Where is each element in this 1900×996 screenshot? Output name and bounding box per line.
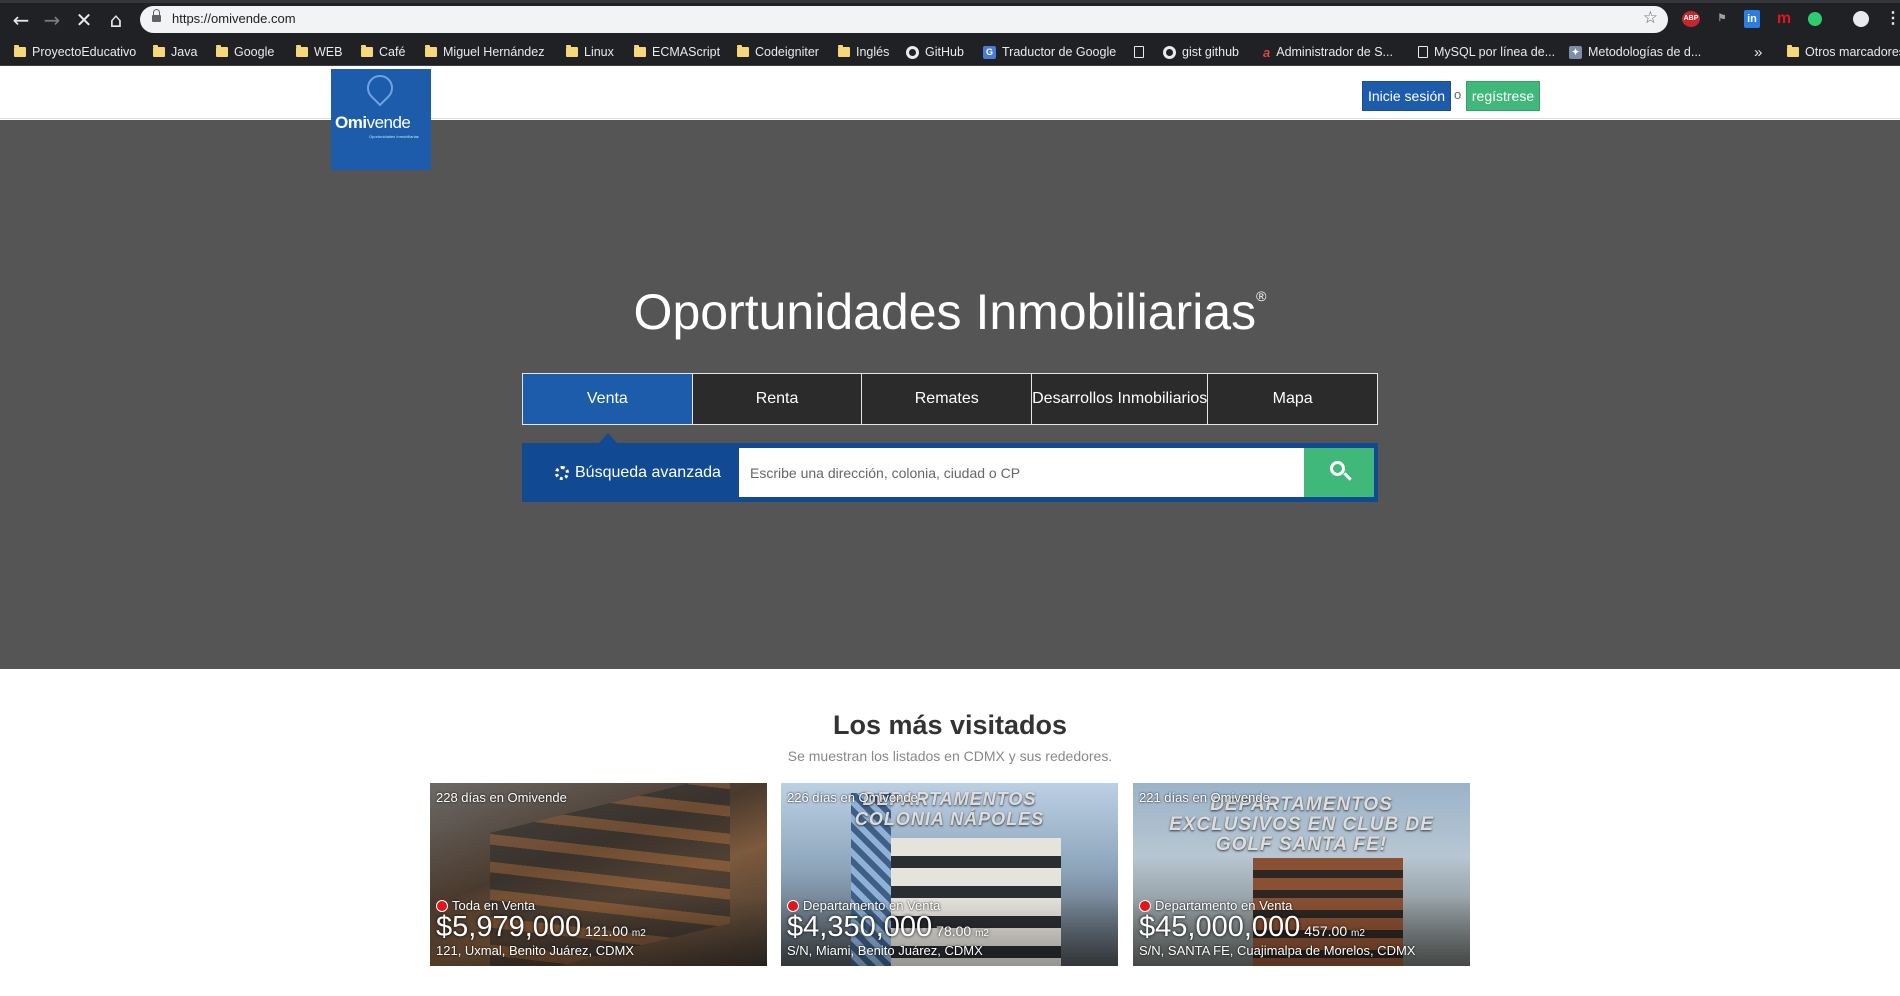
- bookmark-item[interactable]: Codeigniter: [737, 42, 819, 62]
- listing-price: $45,000,000 457.00 m2: [1139, 911, 1365, 943]
- home-icon[interactable]: ⌂: [103, 7, 129, 33]
- back-icon[interactable]: ←: [8, 7, 34, 33]
- bookmark-item[interactable]: gist github: [1163, 42, 1239, 62]
- bookmark-item[interactable]: G Traductor de Google: [983, 42, 1116, 62]
- folder-icon: [737, 45, 749, 57]
- bookmark-item[interactable]: Inglés: [838, 42, 889, 62]
- folder-icon: [425, 45, 437, 57]
- status-dot-icon: [436, 899, 448, 912]
- folder-icon: [296, 45, 308, 57]
- bookmark-item[interactable]: GitHub: [906, 42, 964, 62]
- m-extension-icon[interactable]: m: [1776, 10, 1792, 28]
- url-text[interactable]: https://omivende.com: [172, 11, 296, 26]
- page-icon: [1418, 46, 1428, 58]
- page-icon: [1134, 46, 1144, 58]
- bookmark-item[interactable]: [1134, 42, 1144, 62]
- bookmark-item[interactable]: a Administrador de S...: [1263, 42, 1393, 62]
- logo-wordmark: Omivende: [335, 113, 411, 132]
- gear-icon: [555, 465, 569, 480]
- folder-icon: [1787, 45, 1799, 57]
- listing-card[interactable]: 228 días en Omivende Toda en Venta $5,97…: [430, 783, 767, 966]
- forward-icon[interactable]: →: [39, 7, 65, 33]
- site-icon: ✦: [1569, 45, 1582, 59]
- or-separator: o: [1454, 87, 1462, 102]
- github-icon: [1163, 45, 1176, 59]
- listing-days: 228 días en Omivende: [436, 790, 567, 805]
- listing-price: $4,350,000 78.00 m2: [787, 911, 989, 943]
- stop-loading-icon[interactable]: ✕: [71, 7, 97, 33]
- logo-tagline: Oportunidades Inmobiliarias: [369, 134, 419, 139]
- listing-address: S/N, SANTA FE, Cuajimalpa de Morelos, CD…: [1139, 943, 1416, 958]
- site-header: [0, 67, 1900, 119]
- register-button[interactable]: regístrese: [1466, 81, 1540, 111]
- tab-strip: [0, 0, 1900, 3]
- listing-price: $5,979,000 121.00 m2: [436, 911, 646, 943]
- section-subtitle: Se muestran los listados en CDMX y sus r…: [787, 748, 1113, 764]
- search-bar: Búsqueda avanzada: [522, 443, 1378, 502]
- bookmark-item[interactable]: Miguel Hernández: [425, 42, 544, 62]
- hero-section: Oportunidades Inmobiliarias® Venta Renta…: [0, 120, 1900, 669]
- location-pin-icon: [361, 69, 399, 107]
- listing-card[interactable]: DEPARTAMENTOS COLONIA NÁPOLES 226 días e…: [781, 783, 1118, 966]
- tab-venta[interactable]: Venta: [523, 374, 693, 424]
- login-button[interactable]: Inicie sesión: [1362, 81, 1451, 111]
- listing-days: 226 días en Omivende: [787, 790, 918, 805]
- hero-title: Oportunidades Inmobiliarias®: [633, 284, 1267, 340]
- bookmark-item[interactable]: Linux: [566, 42, 614, 62]
- folder-icon: [361, 45, 373, 57]
- listing-days: 221 días en Omivende: [1139, 790, 1270, 805]
- advanced-search-button[interactable]: Búsqueda avanzada: [555, 443, 721, 502]
- tab-remates[interactable]: Remates: [862, 374, 1033, 424]
- folder-icon: [566, 45, 578, 57]
- bookmarks-bar: ProyectoEducativo Java Google WEB Café M…: [0, 38, 1900, 66]
- section-title: Los más visitados: [832, 710, 1068, 740]
- bookmark-other[interactable]: Otros marcadores: [1787, 42, 1900, 62]
- listing-type-tabs: Venta Renta Remates Desarrollos Inmobili…: [522, 373, 1378, 425]
- status-dot-icon: [1139, 899, 1151, 912]
- github-icon: [906, 45, 919, 59]
- bookmark-item[interactable]: Café: [361, 42, 405, 62]
- adblock-extension-icon[interactable]: ABP: [1682, 11, 1700, 27]
- menu-icon[interactable]: ⋮: [1885, 10, 1900, 28]
- bookmark-item[interactable]: ✦ Metodologías de d...: [1569, 42, 1701, 62]
- bookmarks-overflow-icon[interactable]: »: [1754, 42, 1762, 62]
- bookmark-star-icon[interactable]: ☆: [1643, 8, 1658, 28]
- linkedin-extension-icon[interactable]: in: [1744, 10, 1760, 28]
- listing-address: S/N, Miami, Benito Juárez, CDMX: [787, 943, 983, 958]
- folder-icon: [14, 45, 26, 57]
- bookmark-item[interactable]: Java: [153, 42, 197, 62]
- listing-address: 121, Uxmal, Benito Juárez, CDMX: [436, 943, 634, 958]
- tab-renta[interactable]: Renta: [692, 374, 863, 424]
- tab-desarrollos[interactable]: Desarrollos Inmobiliarios: [1032, 374, 1209, 424]
- lock-icon[interactable]: [152, 9, 161, 23]
- extension-icon[interactable]: ⚑: [1714, 10, 1730, 28]
- listing-card[interactable]: DEPARTAMENTOS EXCLUSIVOS EN CLUB DE GOLF…: [1133, 783, 1470, 966]
- bookmark-item[interactable]: ECMAScript: [634, 42, 720, 62]
- green-extension-icon[interactable]: [1808, 12, 1822, 26]
- folder-icon: [153, 45, 165, 57]
- bookmark-item[interactable]: ProyectoEducativo: [14, 42, 136, 62]
- active-tab-caret: [599, 433, 617, 443]
- bookmark-item[interactable]: MySQL por línea de...: [1418, 42, 1555, 62]
- bookmark-item[interactable]: Google: [216, 42, 274, 62]
- google-translate-icon: G: [983, 45, 996, 59]
- admin-icon: a: [1263, 44, 1271, 60]
- profile-avatar-icon[interactable]: [1853, 11, 1869, 27]
- browser-toolbar: ← → ✕ ⌂ https://omivende.com ☆ ABP ⚑ in …: [0, 0, 1900, 38]
- bookmark-item[interactable]: WEB: [296, 42, 342, 62]
- search-input[interactable]: [739, 448, 1325, 497]
- address-bar[interactable]: https://omivende.com ☆: [140, 6, 1668, 33]
- folder-icon: [838, 45, 850, 57]
- folder-icon: [634, 45, 646, 57]
- tab-mapa[interactable]: Mapa: [1208, 374, 1377, 424]
- status-dot-icon: [787, 899, 799, 912]
- folder-icon: [216, 45, 228, 57]
- site-logo[interactable]: Omivende Oportunidades Inmobiliarias: [331, 69, 431, 170]
- search-button[interactable]: [1304, 448, 1374, 497]
